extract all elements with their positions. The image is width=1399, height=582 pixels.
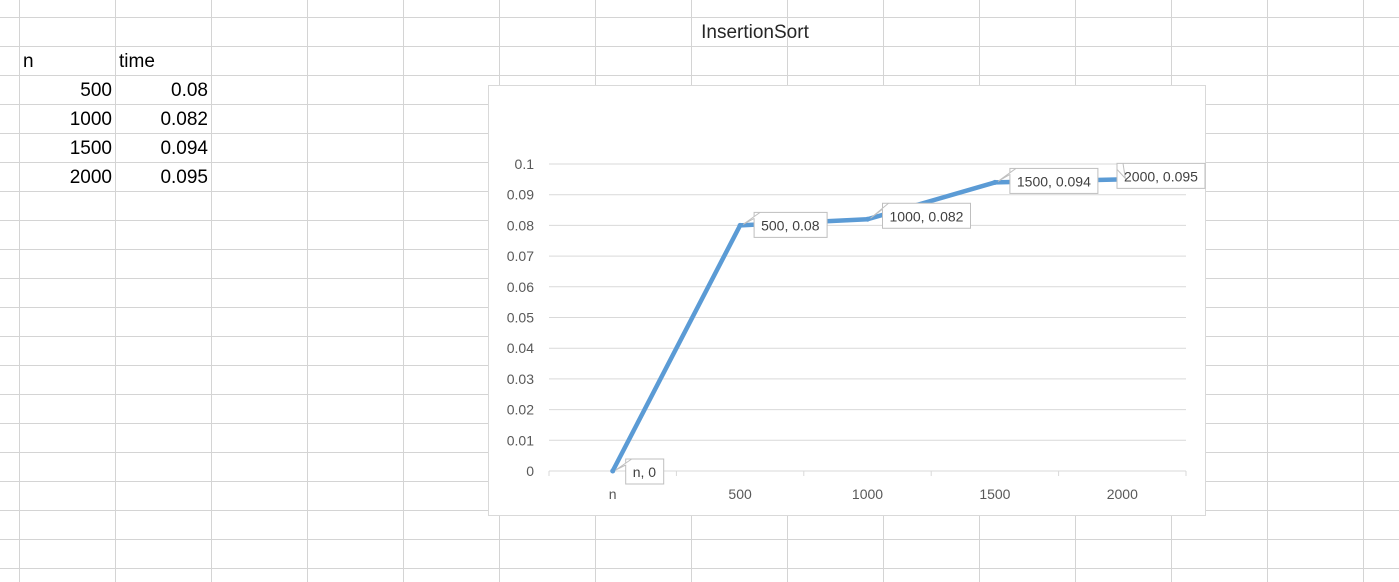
data-label-callout[interactable]: 500, 0.08 <box>742 211 828 238</box>
data-label-callout[interactable]: 1500, 0.094 <box>997 167 1099 194</box>
x-tick-label: 1500 <box>979 486 1010 502</box>
y-tick-label: 0.07 <box>507 248 534 264</box>
y-tick-label: 0.03 <box>507 371 534 387</box>
data-point[interactable] <box>610 468 616 474</box>
cell-n-row2[interactable]: 1000 <box>20 106 112 134</box>
data-label-text: 1500, 0.094 <box>1017 173 1091 189</box>
data-label-text: 2000, 0.095 <box>1124 168 1198 184</box>
cell-time-row1[interactable]: 0.08 <box>116 77 208 105</box>
data-label-text: 500, 0.08 <box>761 217 820 233</box>
data-label-callout[interactable]: 1000, 0.082 <box>870 202 971 229</box>
data-point[interactable] <box>992 179 998 185</box>
y-tick-label: 0.09 <box>507 187 534 203</box>
series-line[interactable] <box>610 177 1125 474</box>
cell-time-row2[interactable]: 0.082 <box>116 106 208 134</box>
data-label-text: n, 0 <box>633 464 657 480</box>
y-tick-label: 0 <box>526 463 534 479</box>
y-tick-label: 0.08 <box>507 217 534 233</box>
data-point[interactable] <box>737 222 743 228</box>
y-tick-label: 0.1 <box>515 156 535 172</box>
y-tick-label: 0.01 <box>507 432 534 448</box>
cell-header-n[interactable]: n <box>23 48 113 76</box>
data-label-text: 1000, 0.082 <box>890 208 964 224</box>
y-tick-label: 0.05 <box>507 310 534 326</box>
data-point[interactable] <box>865 216 870 222</box>
chart-plot-area: 0 0.01 0.02 0.03 0.04 0.05 0.06 0.07 0.08 0.09 0.1… <box>507 156 1206 502</box>
cell-n-row1[interactable]: 500 <box>20 77 112 105</box>
cell-n-row3[interactable]: 1500 <box>20 135 112 163</box>
cell-time-row4[interactable]: 0.095 <box>116 164 208 192</box>
x-tick-label: 2000 <box>1107 486 1138 502</box>
x-tick-label: n <box>609 486 617 502</box>
line-chart[interactable]: 0 0.01 0.02 0.03 0.04 0.05 0.06 0.07 0.08 0.09 0.1… <box>488 85 1206 516</box>
cell-n-row4[interactable]: 2000 <box>20 164 112 192</box>
y-tick-label: 0.06 <box>507 279 534 295</box>
cell-time-row3[interactable]: 0.094 <box>116 135 208 163</box>
data-label-callout[interactable]: 2000, 0.095 <box>1116 162 1206 189</box>
y-tick-label: 0.04 <box>507 340 534 356</box>
y-tick-label: 0.02 <box>507 402 534 418</box>
x-tick-label: 1000 <box>852 486 883 502</box>
cell-header-time[interactable]: time <box>119 48 209 76</box>
chart-title[interactable]: InsertionSort <box>600 20 910 46</box>
x-tick-label: 500 <box>728 486 752 502</box>
